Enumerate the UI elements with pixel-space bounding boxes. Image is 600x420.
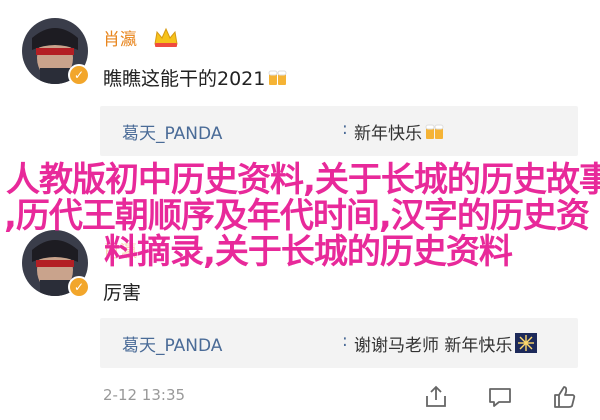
comment-icon[interactable] bbox=[487, 384, 513, 410]
avatar[interactable]: ✓ bbox=[22, 18, 90, 86]
avatar[interactable]: ✓ bbox=[22, 230, 90, 298]
comment-text: 瞧瞧这能干的2021 bbox=[103, 64, 289, 91]
share-icon[interactable] bbox=[423, 384, 449, 410]
reply-username[interactable]: 葛天_PANDA bbox=[122, 119, 222, 144]
reply-username[interactable]: 葛天_PANDA bbox=[122, 331, 222, 356]
like-icon[interactable] bbox=[552, 384, 578, 410]
reply-separator: : bbox=[342, 331, 348, 351]
reply-box[interactable]: 葛天_PANDA : 谢谢马老师 新年快乐 bbox=[100, 318, 578, 368]
username[interactable]: 肖瀛 bbox=[103, 25, 137, 50]
beer-mugs-icon bbox=[268, 70, 287, 85]
reply-text: 新年快乐 bbox=[354, 119, 446, 144]
reply-text: 谢谢马老师 新年快乐 bbox=[354, 331, 538, 356]
verified-badge-icon: ✓ bbox=[68, 276, 90, 298]
verified-badge-icon: ✓ bbox=[68, 64, 90, 86]
reply-separator: : bbox=[342, 119, 348, 139]
reply-box[interactable]: 葛天_PANDA : 新年快乐 bbox=[100, 106, 578, 156]
overlay-line-3: 料摘录,关于长城的历史资料 bbox=[104, 232, 513, 272]
crown-badge-icon bbox=[154, 27, 178, 47]
overlay-line-1: 人教版初中历史资料,关于长城的历史故事 bbox=[6, 160, 600, 200]
beer-mugs-icon bbox=[425, 124, 444, 139]
comment-text: 厉害 bbox=[103, 282, 142, 304]
sparkler-icon bbox=[515, 333, 538, 353]
overlay-line-2: ,历代王朝顺序及年代时间,汉字的历史资 bbox=[4, 196, 590, 236]
timestamp: 2-12 13:35 bbox=[103, 386, 186, 404]
